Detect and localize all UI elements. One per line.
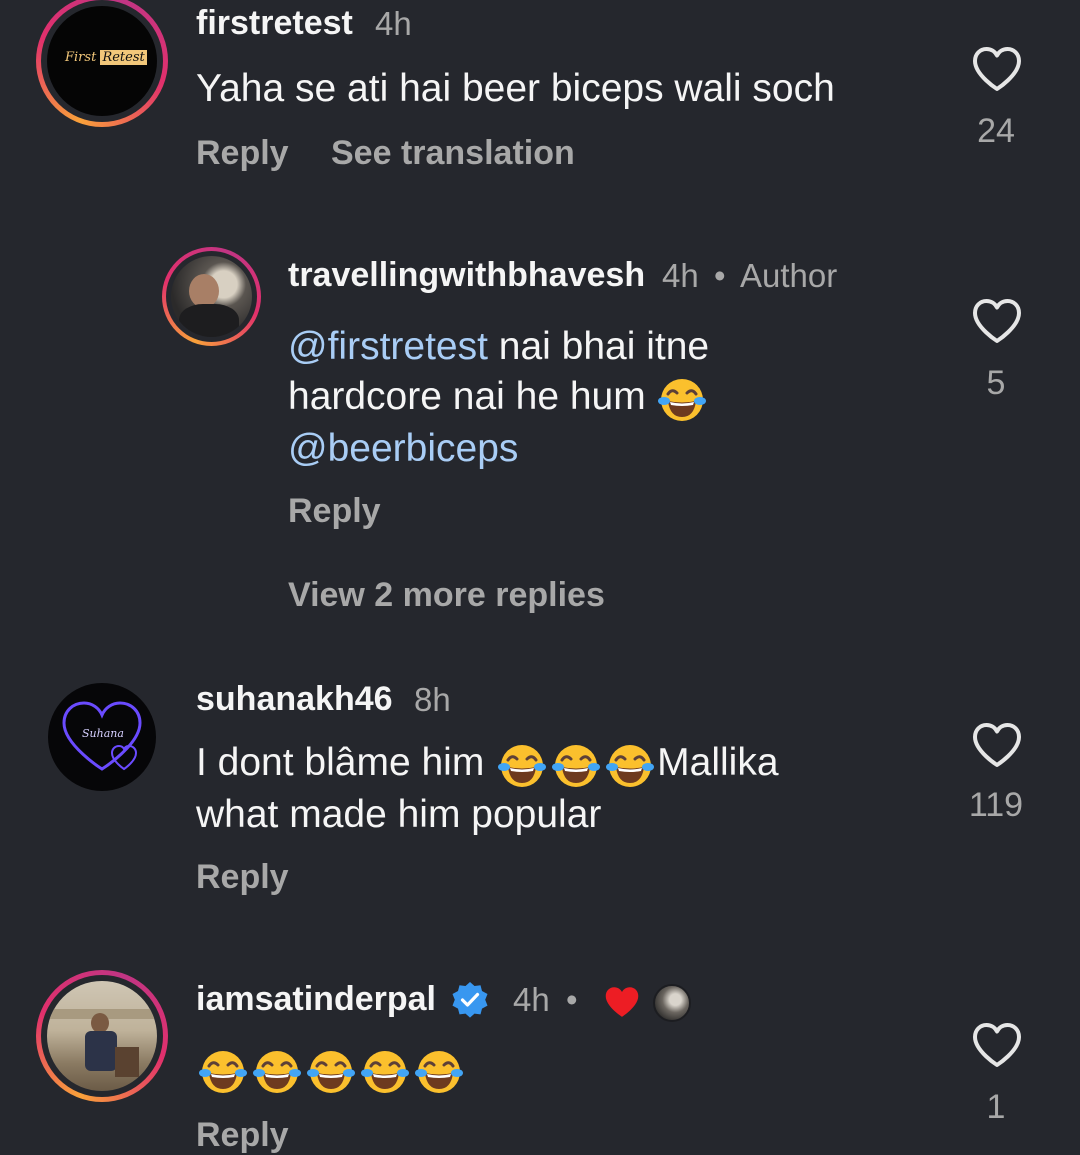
avatar[interactable]: Suhana bbox=[48, 683, 156, 791]
separator-dot: • bbox=[566, 981, 578, 1018]
heart-filled-icon bbox=[605, 987, 639, 1017]
mention-link[interactable]: @firstretest bbox=[288, 325, 488, 368]
heart-outline-icon[interactable] bbox=[972, 722, 1022, 768]
comment-text: @firstretest nai bhai itne hardcore nai … bbox=[288, 325, 710, 470]
laughing-emoji bbox=[412, 1046, 466, 1096]
heart-outline-icon[interactable] bbox=[972, 46, 1022, 92]
comment-time: 4h bbox=[375, 5, 412, 42]
laughing-emoji bbox=[495, 740, 549, 790]
like-count: 1 bbox=[986, 1088, 1006, 1126]
reply-button[interactable]: Reply bbox=[196, 1116, 289, 1155]
mention-link[interactable]: @beerbiceps bbox=[288, 427, 518, 470]
avatar[interactable]: First Retest bbox=[36, 0, 168, 127]
laughing-emoji bbox=[196, 1046, 250, 1096]
comment-username[interactable]: travellingwithbhavesh bbox=[288, 256, 645, 295]
comment-username[interactable]: firstretest bbox=[196, 4, 353, 43]
view-more-replies-button[interactable]: View 2 more replies bbox=[288, 576, 605, 615]
comment-text: I dont blâme him Mallika what made him p… bbox=[196, 740, 779, 836]
author-liked-avatar bbox=[653, 984, 691, 1022]
reply-button[interactable]: Reply bbox=[288, 492, 381, 531]
comment-text bbox=[196, 1044, 466, 1096]
see-translation-button[interactable]: See translation bbox=[331, 134, 575, 173]
reply-button[interactable]: Reply bbox=[196, 858, 289, 897]
like-count: 119 bbox=[968, 786, 1024, 824]
comment-time: 8h bbox=[414, 681, 451, 718]
separator-dot: • bbox=[714, 257, 726, 294]
comment-iamsatinderpal: iamsatinderpal 4h • Reply 1 bbox=[0, 970, 1080, 1154]
comment-time: 4h bbox=[513, 981, 550, 1018]
heart-outline-icon[interactable] bbox=[972, 298, 1022, 344]
comment-username[interactable]: suhanakh46 bbox=[196, 680, 393, 719]
heart-outline-icon[interactable] bbox=[972, 1022, 1022, 1068]
svg-text:Suhana: Suhana bbox=[82, 727, 124, 740]
comment-username[interactable]: iamsatinderpal bbox=[196, 980, 436, 1019]
laughing-emoji bbox=[358, 1046, 412, 1096]
laughing-emoji bbox=[304, 1046, 358, 1096]
first-retest-logo: First Retest bbox=[65, 50, 147, 65]
verified-badge-icon bbox=[452, 982, 488, 1018]
heart-neon-logo: Suhana bbox=[62, 701, 142, 771]
comment-suhanakh46: Suhana suhanakh46 8h I dont blâme him Ma… bbox=[0, 680, 1080, 920]
avatar[interactable] bbox=[162, 247, 261, 346]
comment-travellingwithbhavesh: travellingwithbhavesh 4h • Author @first… bbox=[0, 240, 1080, 540]
avatar[interactable] bbox=[36, 970, 168, 1102]
laughing-emoji bbox=[603, 740, 657, 790]
reply-button[interactable]: Reply bbox=[196, 134, 289, 173]
laughing-emoji bbox=[250, 1046, 304, 1096]
comment-time: 4h bbox=[662, 257, 699, 294]
laughing-emoji bbox=[549, 740, 603, 790]
like-count: 24 bbox=[977, 112, 1015, 150]
laughing-emoji bbox=[657, 374, 707, 424]
comment-firstretest: First Retest firstretest 4h Yaha se ati … bbox=[0, 0, 1080, 200]
like-count: 5 bbox=[986, 364, 1006, 402]
comment-text: Yaha se ati hai beer biceps wali soch bbox=[196, 67, 835, 110]
author-badge: Author bbox=[740, 257, 838, 294]
